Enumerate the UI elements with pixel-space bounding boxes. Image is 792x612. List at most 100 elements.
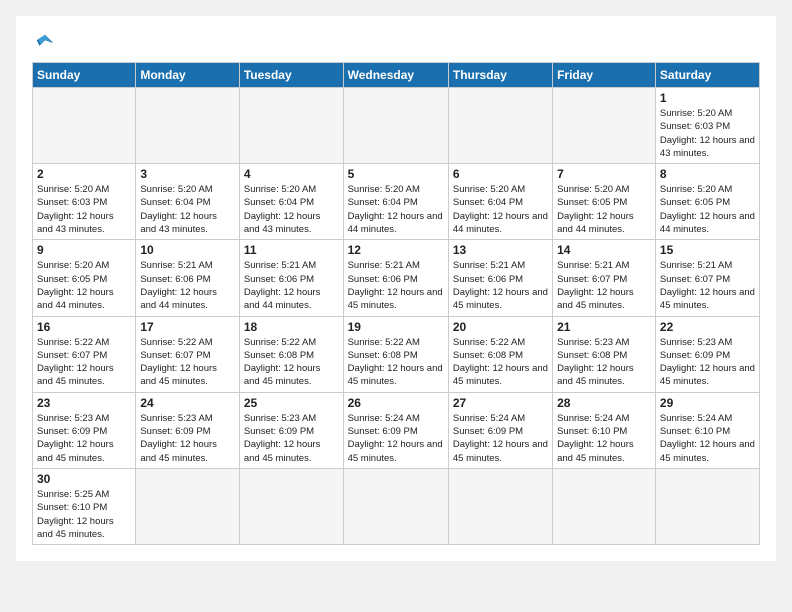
calendar-cell: 16 Sunrise: 5:22 AMSunset: 6:07 PMDayligh… bbox=[33, 316, 136, 392]
day-number: 18 bbox=[244, 320, 339, 334]
day-number: 22 bbox=[660, 320, 755, 334]
day-number: 29 bbox=[660, 396, 755, 410]
day-info: Sunrise: 5:20 AMSunset: 6:04 PMDaylight:… bbox=[140, 183, 235, 236]
day-number: 12 bbox=[348, 243, 444, 257]
calendar-cell: 12 Sunrise: 5:21 AMSunset: 6:06 PMDayligh… bbox=[343, 240, 448, 316]
calendar-cell: 6 Sunrise: 5:20 AMSunset: 6:04 PMDaylight… bbox=[448, 164, 552, 240]
day-info: Sunrise: 5:23 AMSunset: 6:08 PMDaylight:… bbox=[557, 336, 651, 389]
calendar-cell: 27 Sunrise: 5:24 AMSunset: 6:09 PMDayligh… bbox=[448, 392, 552, 468]
day-info: Sunrise: 5:22 AMSunset: 6:08 PMDaylight:… bbox=[244, 336, 339, 389]
day-info: Sunrise: 5:20 AMSunset: 6:03 PMDaylight:… bbox=[37, 183, 131, 236]
logo-bird-icon bbox=[34, 32, 56, 54]
day-number: 23 bbox=[37, 396, 131, 410]
calendar-cell: 13 Sunrise: 5:21 AMSunset: 6:06 PMDayligh… bbox=[448, 240, 552, 316]
calendar-cell: 26 Sunrise: 5:24 AMSunset: 6:09 PMDayligh… bbox=[343, 392, 448, 468]
logo bbox=[32, 32, 56, 54]
calendar-cell bbox=[33, 88, 136, 164]
day-info: Sunrise: 5:24 AMSunset: 6:09 PMDaylight:… bbox=[348, 412, 444, 465]
calendar-week-0: 1 Sunrise: 5:20 AMSunset: 6:03 PMDaylight… bbox=[33, 88, 760, 164]
day-info: Sunrise: 5:22 AMSunset: 6:07 PMDaylight:… bbox=[140, 336, 235, 389]
calendar-cell bbox=[553, 88, 656, 164]
calendar-week-5: 30Sunrise: 5:25 AMSunset: 6:10 PMDayligh… bbox=[33, 468, 760, 544]
calendar-cell: 30Sunrise: 5:25 AMSunset: 6:10 PMDayligh… bbox=[33, 468, 136, 544]
day-number: 20 bbox=[453, 320, 548, 334]
day-number: 7 bbox=[557, 167, 651, 181]
calendar-header-tuesday: Tuesday bbox=[239, 63, 343, 88]
calendar-cell: 7Sunrise: 5:20 AMSunset: 6:05 PMDaylight… bbox=[553, 164, 656, 240]
day-number: 26 bbox=[348, 396, 444, 410]
day-number: 19 bbox=[348, 320, 444, 334]
day-number: 16 bbox=[37, 320, 131, 334]
calendar-header-thursday: Thursday bbox=[448, 63, 552, 88]
calendar-cell: 23Sunrise: 5:23 AMSunset: 6:09 PMDayligh… bbox=[33, 392, 136, 468]
day-number: 25 bbox=[244, 396, 339, 410]
day-info: Sunrise: 5:20 AMSunset: 6:05 PMDaylight:… bbox=[37, 259, 131, 312]
day-number: 14 bbox=[557, 243, 651, 257]
calendar-cell bbox=[448, 468, 552, 544]
calendar-page: SundayMondayTuesdayWednesdayThursdayFrid… bbox=[16, 16, 776, 561]
day-info: Sunrise: 5:21 AMSunset: 6:07 PMDaylight:… bbox=[557, 259, 651, 312]
day-number: 13 bbox=[453, 243, 548, 257]
day-number: 3 bbox=[140, 167, 235, 181]
day-info: Sunrise: 5:20 AMSunset: 6:04 PMDaylight:… bbox=[453, 183, 548, 236]
calendar-cell: 19 Sunrise: 5:22 AMSunset: 6:08 PMDayligh… bbox=[343, 316, 448, 392]
day-number: 15 bbox=[660, 243, 755, 257]
day-number: 28 bbox=[557, 396, 651, 410]
day-info: Sunrise: 5:22 AMSunset: 6:08 PMDaylight:… bbox=[453, 336, 548, 389]
day-info: Sunrise: 5:23 AMSunset: 6:09 PMDaylight:… bbox=[244, 412, 339, 465]
calendar-week-4: 23 Sunrise: 5:23 AMSunset: 6:09 PMDayligh… bbox=[33, 392, 760, 468]
day-number: 21 bbox=[557, 320, 651, 334]
calendar-header-monday: Monday bbox=[136, 63, 240, 88]
calendar-cell bbox=[239, 88, 343, 164]
day-info: Sunrise: 5:20 AMSunset: 6:04 PMDaylight:… bbox=[244, 183, 339, 236]
day-info: Sunrise: 5:21 AMSunset: 6:06 PMDaylight:… bbox=[348, 259, 444, 312]
calendar-week-1: 2 Sunrise: 5:20 AMSunset: 6:03 PMDaylight… bbox=[33, 164, 760, 240]
day-number: 17 bbox=[140, 320, 235, 334]
day-info: Sunrise: 5:21 AMSunset: 6:07 PMDaylight:… bbox=[660, 259, 755, 312]
calendar-cell bbox=[136, 88, 240, 164]
day-info: Sunrise: 5:24 AMSunset: 6:09 PMDaylight:… bbox=[453, 412, 548, 465]
day-info: Sunrise: 5:21 AMSunset: 6:06 PMDaylight:… bbox=[244, 259, 339, 312]
calendar-cell bbox=[239, 468, 343, 544]
day-number: 27 bbox=[453, 396, 548, 410]
calendar-header-row: SundayMondayTuesdayWednesdayThursdayFrid… bbox=[33, 63, 760, 88]
calendar-cell: 25 Sunrise: 5:23 AMSunset: 6:09 PMDayligh… bbox=[239, 392, 343, 468]
calendar-cell bbox=[343, 88, 448, 164]
calendar-cell: 28Sunrise: 5:24 AMSunset: 6:10 PMDayligh… bbox=[553, 392, 656, 468]
calendar-cell: 29Sunrise: 5:24 AMSunset: 6:10 PMDayligh… bbox=[655, 392, 759, 468]
day-info: Sunrise: 5:22 AMSunset: 6:07 PMDaylight:… bbox=[37, 336, 131, 389]
day-number: 24 bbox=[140, 396, 235, 410]
calendar-cell bbox=[136, 468, 240, 544]
calendar-cell: 14 Sunrise: 5:21 AMSunset: 6:07 PMDayligh… bbox=[553, 240, 656, 316]
calendar-header-wednesday: Wednesday bbox=[343, 63, 448, 88]
calendar-cell bbox=[655, 468, 759, 544]
calendar-header-sunday: Sunday bbox=[33, 63, 136, 88]
calendar-cell: 8Sunrise: 5:20 AMSunset: 6:05 PMDaylight… bbox=[655, 164, 759, 240]
calendar-cell: 21 Sunrise: 5:23 AMSunset: 6:08 PMDayligh… bbox=[553, 316, 656, 392]
day-number: 6 bbox=[453, 167, 548, 181]
calendar-cell: 10 Sunrise: 5:21 AMSunset: 6:06 PMDayligh… bbox=[136, 240, 240, 316]
day-info: Sunrise: 5:21 AMSunset: 6:06 PMDaylight:… bbox=[140, 259, 235, 312]
calendar-cell: 9 Sunrise: 5:20 AMSunset: 6:05 PMDaylight… bbox=[33, 240, 136, 316]
calendar-cell: 22Sunrise: 5:23 AMSunset: 6:09 PMDayligh… bbox=[655, 316, 759, 392]
day-number: 11 bbox=[244, 243, 339, 257]
day-info: Sunrise: 5:20 AMSunset: 6:04 PMDaylight:… bbox=[348, 183, 444, 236]
calendar-week-2: 9 Sunrise: 5:20 AMSunset: 6:05 PMDaylight… bbox=[33, 240, 760, 316]
day-info: Sunrise: 5:23 AMSunset: 6:09 PMDaylight:… bbox=[140, 412, 235, 465]
calendar-cell: 20 Sunrise: 5:22 AMSunset: 6:08 PMDayligh… bbox=[448, 316, 552, 392]
calendar-cell: 4Sunrise: 5:20 AMSunset: 6:04 PMDaylight… bbox=[239, 164, 343, 240]
day-info: Sunrise: 5:20 AMSunset: 6:03 PMDaylight:… bbox=[660, 107, 755, 160]
day-info: Sunrise: 5:22 AMSunset: 6:08 PMDaylight:… bbox=[348, 336, 444, 389]
day-number: 9 bbox=[37, 243, 131, 257]
day-info: Sunrise: 5:21 AMSunset: 6:06 PMDaylight:… bbox=[453, 259, 548, 312]
calendar-cell bbox=[343, 468, 448, 544]
day-number: 2 bbox=[37, 167, 131, 181]
day-info: Sunrise: 5:25 AMSunset: 6:10 PMDaylight:… bbox=[37, 488, 131, 541]
calendar-header-friday: Friday bbox=[553, 63, 656, 88]
calendar-cell: 2 Sunrise: 5:20 AMSunset: 6:03 PMDaylight… bbox=[33, 164, 136, 240]
calendar-cell: 15 Sunrise: 5:21 AMSunset: 6:07 PMDayligh… bbox=[655, 240, 759, 316]
calendar-cell: 18 Sunrise: 5:22 AMSunset: 6:08 PMDayligh… bbox=[239, 316, 343, 392]
day-number: 10 bbox=[140, 243, 235, 257]
calendar-cell: 11 Sunrise: 5:21 AMSunset: 6:06 PMDayligh… bbox=[239, 240, 343, 316]
day-number: 1 bbox=[660, 91, 755, 105]
